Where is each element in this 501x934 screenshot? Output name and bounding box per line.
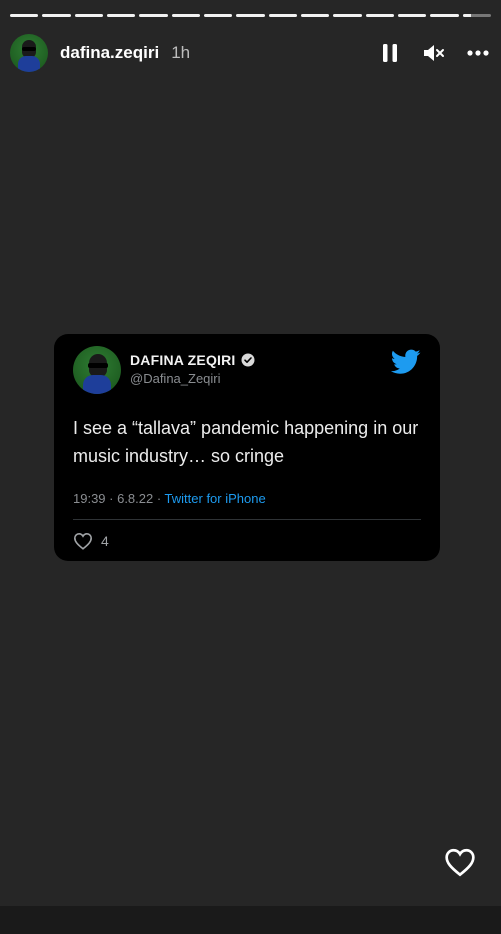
progress-segment bbox=[300, 14, 330, 17]
progress-segment bbox=[106, 14, 136, 17]
tweet-timestamp: 19:39 · 6.8.22 · bbox=[73, 491, 165, 506]
mute-button[interactable] bbox=[421, 40, 447, 66]
progress-segment bbox=[10, 14, 39, 17]
tweet-card: DAFINA ZEQIRI @Dafina_Zeqiri I see a “ta… bbox=[54, 334, 440, 561]
progress-segment bbox=[236, 14, 265, 17]
progress-segment bbox=[397, 14, 427, 17]
tweet-handle: @Dafina_Zeqiri bbox=[130, 371, 221, 386]
story-progress-bar bbox=[10, 14, 491, 17]
tweet-display-name: DAFINA ZEQIRI bbox=[130, 352, 255, 368]
heart-outline-icon bbox=[73, 532, 93, 550]
mute-icon bbox=[424, 45, 444, 61]
like-story-heart-icon[interactable] bbox=[444, 847, 476, 877]
timestamp: 1h bbox=[171, 43, 191, 62]
more-options-button[interactable] bbox=[465, 40, 491, 66]
progress-segment bbox=[365, 14, 394, 17]
progress-segment bbox=[430, 14, 459, 17]
pause-icon bbox=[383, 44, 397, 62]
username[interactable]: dafina.zeqiri bbox=[60, 43, 159, 63]
user-avatar[interactable] bbox=[10, 34, 48, 72]
progress-segment bbox=[462, 14, 491, 17]
tweet-text: I see a “tallava” pandemic happening in … bbox=[73, 418, 419, 466]
tweet-meta: 19:39 · 6.8.22 · Twitter for iPhone bbox=[73, 491, 266, 506]
tweet-source: Twitter for iPhone bbox=[164, 491, 266, 506]
tweet-avatar bbox=[73, 346, 121, 394]
verified-icon bbox=[241, 353, 255, 367]
progress-segment bbox=[333, 14, 362, 17]
twitter-bird-icon bbox=[391, 349, 421, 374]
progress-segment bbox=[203, 14, 233, 17]
progress-segment bbox=[139, 14, 168, 17]
more-icon bbox=[467, 50, 489, 56]
tweet-display-name-text: DAFINA ZEQIRI bbox=[130, 352, 236, 368]
tweet-divider bbox=[73, 519, 421, 520]
story-header: dafina.zeqiri 1h bbox=[10, 33, 491, 73]
progress-segment bbox=[42, 14, 71, 17]
tweet-like-count: 4 bbox=[101, 533, 109, 549]
pause-button[interactable] bbox=[377, 40, 403, 66]
progress-segment bbox=[74, 14, 103, 17]
tweet-likes: 4 bbox=[73, 532, 109, 550]
progress-segment bbox=[268, 14, 297, 17]
progress-segment bbox=[171, 14, 200, 17]
bottom-bar bbox=[0, 906, 501, 934]
